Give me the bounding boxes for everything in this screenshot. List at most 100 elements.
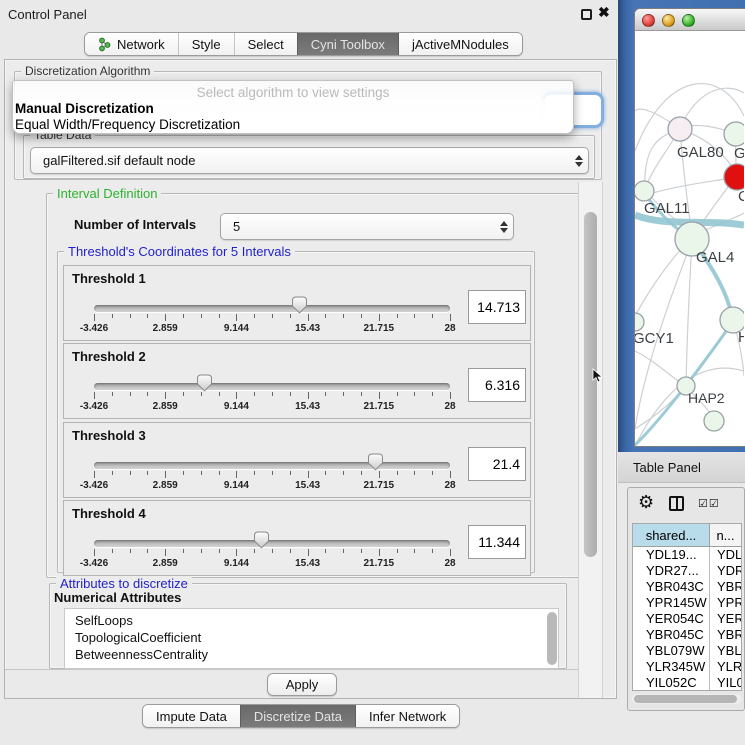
apply-button[interactable]: Apply (267, 673, 337, 696)
table-cell[interactable]: YER0... (710, 611, 741, 627)
table-cell[interactable]: YDR2... (710, 563, 741, 579)
top-tab-select[interactable]: Select (234, 33, 297, 55)
algorithm-hint-option[interactable]: Select algorithm to view settings (13, 85, 573, 100)
slider-thumb[interactable] (196, 374, 213, 397)
table-row[interactable]: YDR27...YDR2... (633, 563, 741, 579)
attribute-list-item[interactable]: SelfLoops (65, 612, 558, 629)
network-edge[interactable] (635, 243, 687, 316)
top-tab-label-select: Select (248, 37, 284, 52)
slider-thumb[interactable] (291, 296, 308, 319)
column-header-2[interactable]: n... (710, 524, 741, 546)
algorithm-option-manual[interactable]: Manual Discretization (15, 101, 154, 116)
slider-track[interactable] (94, 462, 450, 469)
network-node[interactable] (724, 122, 744, 146)
panel-scrollbar-thumb[interactable] (584, 212, 597, 557)
network-canvas[interactable]: GAL80GACGAL11GAL4GCY1HHAP2 (635, 31, 744, 446)
tick-mark (130, 392, 131, 396)
table-cell[interactable]: YDR27... (633, 563, 710, 579)
top-tab-jactivemnodules[interactable]: jActiveMNodules (398, 33, 522, 55)
top-tab-cyni-toolbox[interactable]: Cyni Toolbox (297, 33, 398, 55)
slider-thumb[interactable] (253, 531, 270, 554)
table-cell[interactable]: YIL0... (710, 675, 741, 691)
table-cell[interactable]: YBR045C (633, 627, 710, 643)
tick-mark (432, 549, 433, 553)
threshold-value-field[interactable]: 21.4 (468, 447, 526, 481)
network-node[interactable] (704, 411, 724, 431)
numerical-attributes-label: Numerical Attributes (54, 590, 181, 605)
tick-mark (147, 549, 148, 553)
bottom-tab-impute-data[interactable]: Impute Data (143, 705, 240, 727)
table-cell[interactable]: YBR0... (710, 579, 741, 595)
slider-track[interactable] (94, 383, 450, 390)
table-horizontal-scrollbar[interactable] (632, 694, 742, 704)
table-cell[interactable]: YPR1... (710, 595, 741, 611)
table-row[interactable]: YER054CYER0... (633, 611, 741, 627)
table-cell[interactable]: YDL19... (633, 547, 710, 563)
table-cell[interactable]: YBR043C (633, 579, 710, 595)
table-row[interactable]: YDL19...YDL1... (633, 547, 741, 563)
list-scrollbar-thumb[interactable] (547, 612, 557, 665)
network-node[interactable] (724, 164, 744, 190)
table-row[interactable]: YBR043CYBR0... (633, 579, 741, 595)
tick-label: -3.426 (80, 558, 108, 569)
attribute-list-item[interactable]: TopologicalCoefficient (65, 629, 558, 646)
numerical-attributes-list[interactable]: SelfLoopsTopologicalCoefficientBetweenne… (64, 608, 559, 669)
bottom-tab-discretize-data[interactable]: Discretize Data (240, 705, 355, 727)
minimize-traffic-light-icon[interactable] (662, 14, 675, 27)
number-of-intervals-combobox[interactable]: 5 (220, 213, 514, 240)
table-row[interactable]: YLR345WYLR3... (633, 659, 741, 675)
table-cell[interactable]: YPR145W (633, 595, 710, 611)
tick-mark (236, 549, 237, 556)
top-tab-network[interactable]: Network (85, 33, 178, 55)
table-cell[interactable]: YLR345W (633, 659, 710, 675)
tick-mark (290, 471, 291, 475)
zoom-traffic-light-icon[interactable] (682, 14, 695, 27)
tick-mark (361, 549, 362, 553)
table-cell[interactable]: YBL079W (633, 643, 710, 659)
network-edge[interactable] (653, 178, 731, 193)
threshold-panel-3: Threshold 3-3.4262.8599.14415.4321.71528… (63, 422, 531, 498)
attribute-list-item[interactable]: BetweennessCentrality (65, 646, 558, 663)
table-scrollbar-thumb[interactable] (634, 695, 737, 703)
network-node[interactable] (635, 313, 644, 331)
network-node[interactable] (668, 117, 692, 141)
split-columns-icon[interactable] (669, 496, 684, 511)
interval-definition-label: Interval Definition (53, 186, 161, 201)
network-node[interactable] (635, 181, 654, 201)
network-edge[interactable] (686, 241, 692, 383)
slider-track[interactable] (94, 305, 450, 312)
top-tab-bar: NetworkStyle Select Cyni Toolbox jActiveMNo… (84, 32, 523, 56)
column-header-1[interactable]: shared... (633, 524, 710, 546)
panel-scrollbar[interactable] (578, 182, 603, 698)
table-cell[interactable]: YLR3... (710, 659, 741, 675)
threshold-value-field[interactable]: 11.344 (468, 525, 526, 559)
slider-thumb[interactable] (367, 453, 384, 476)
float-window-icon[interactable] (581, 9, 592, 20)
node-attribute-table[interactable]: shared...n...YDL19...YDL1...YDR27...YDR2… (632, 523, 742, 691)
top-tab-style[interactable]: Style (178, 33, 234, 55)
top-tab-label-jactivemnodules: jActiveMNodules (412, 37, 509, 52)
network-window-titlebar[interactable] (635, 9, 745, 31)
bottom-tab-infer-network[interactable]: Infer Network (355, 705, 459, 727)
gear-icon[interactable]: ⚙ (638, 492, 654, 513)
checkbox-icons[interactable]: ☑☑ (698, 497, 720, 510)
close-icon[interactable]: ✖ (598, 4, 610, 21)
table-cell[interactable]: YDL1... (710, 547, 741, 563)
threshold-value-field[interactable]: 6.316 (468, 368, 526, 402)
tick-mark (165, 314, 166, 321)
table-cell[interactable]: YIL052C (633, 675, 710, 691)
table-cell[interactable]: YER054C (633, 611, 710, 627)
table-row[interactable]: YBL079WYBL0... (633, 643, 741, 659)
table-row[interactable]: YIL052CYIL0... (633, 675, 741, 691)
tick-mark (290, 549, 291, 553)
network-edge[interactable] (635, 351, 684, 385)
table-row[interactable]: YBR045CYBR0... (633, 627, 741, 643)
table-cell[interactable]: YBL0... (710, 643, 741, 659)
table-cell[interactable]: YBR0... (710, 627, 741, 643)
algorithm-option-equal-width[interactable]: Equal Width/Frequency Discretization (15, 117, 240, 132)
slider-track[interactable] (94, 540, 450, 547)
table-data-combobox[interactable]: galFiltered.sif default node (30, 147, 589, 174)
table-row[interactable]: YPR145WYPR1... (633, 595, 741, 611)
close-traffic-light-icon[interactable] (642, 14, 655, 27)
threshold-value-field[interactable]: 14.713 (468, 290, 526, 324)
